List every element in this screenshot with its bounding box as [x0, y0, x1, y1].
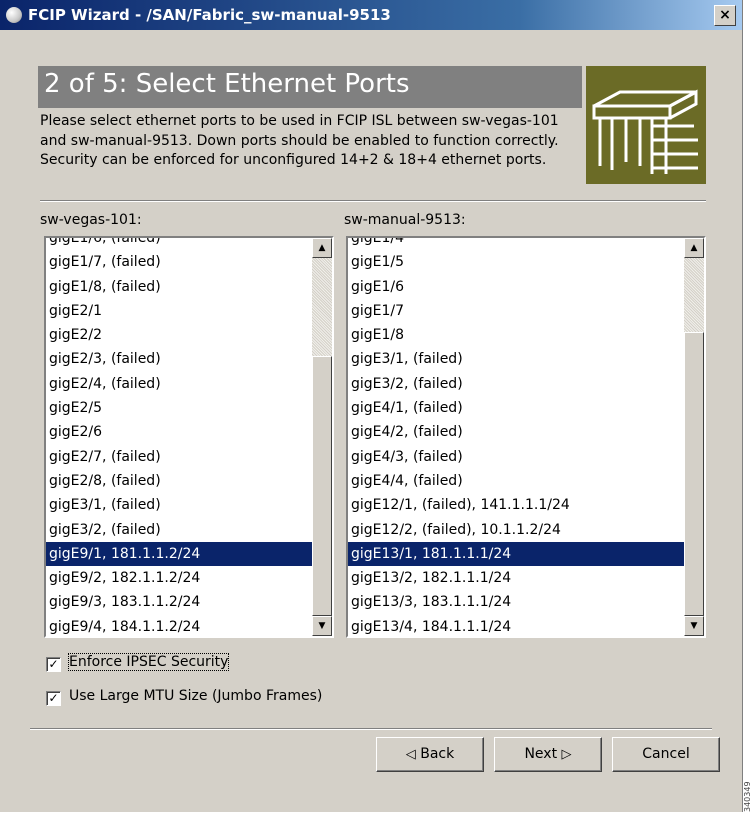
scroll-down-icon[interactable]: ▼ [684, 616, 704, 636]
window-title: FCIP Wizard - /SAN/Fabric_sw-manual-9513 [28, 6, 391, 24]
list-item[interactable]: gigE13/4, 184.1.1.1/24 [348, 615, 684, 636]
list-item[interactable]: gigE1/8, (failed) [46, 275, 312, 299]
top-divider [40, 200, 706, 202]
scroll-thumb[interactable] [312, 356, 332, 616]
left-list-label: sw-vegas-101: [40, 212, 142, 228]
cancel-button-label: Cancel [642, 746, 690, 762]
list-item[interactable]: gigE3/1, (failed) [348, 347, 684, 371]
step-instructions: Please select ethernet ports to be used … [40, 113, 559, 168]
right-list-items: gigE1/4 gigE1/5 gigE1/6 gigE1/7 gigE1/8 gigE3… [348, 238, 684, 636]
list-item[interactable]: gigE2/6 [46, 420, 312, 444]
list-item[interactable]: gigE9/2, 182.1.1.2/24 [46, 566, 312, 590]
list-item[interactable]: gigE1/8 [348, 323, 684, 347]
next-button-label: Next [524, 746, 558, 762]
list-item[interactable]: gigE13/1, 181.1.1.1/24 [348, 541, 684, 567]
sw-manual-9513-port-list[interactable]: gigE1/4 gigE1/5 gigE1/6 gigE1/7 gigE1/8 gigE3… [346, 236, 706, 638]
list-item[interactable]: gigE4/2, (failed) [348, 420, 684, 444]
jumbo-frames-option[interactable]: ✓ Use Large MTU Size (Jumbo Frames) [46, 688, 322, 706]
close-button[interactable]: × [714, 5, 736, 26]
step-banner: 2 of 5: Select Ethernet Ports [38, 66, 582, 108]
list-item[interactable]: gigE1/6, (failed) [46, 238, 312, 250]
list-item[interactable]: gigE2/4, (failed) [46, 372, 312, 396]
list-item[interactable]: gigE3/2, (failed) [348, 372, 684, 396]
list-item[interactable]: gigE3/1, (failed) [46, 493, 312, 517]
list-item[interactable]: gigE3/2, (failed) [46, 518, 312, 542]
list-item[interactable]: gigE1/6 [348, 275, 684, 299]
list-item[interactable]: gigE4/1, (failed) [348, 396, 684, 420]
left-list-scrollbar[interactable]: ▲ ▼ [312, 238, 332, 636]
list-item[interactable]: gigE1/5 [348, 250, 684, 274]
list-item[interactable]: gigE13/2, 182.1.1.1/24 [348, 566, 684, 590]
app-icon [6, 7, 22, 23]
enforce-ipsec-option[interactable]: ✓ Enforce IPSEC Security [46, 653, 230, 672]
jumbo-frames-label: Use Large MTU Size (Jumbo Frames) [69, 688, 323, 704]
list-item[interactable]: gigE1/7 [348, 299, 684, 323]
list-item[interactable]: gigE9/3, 183.1.1.2/24 [46, 590, 312, 614]
step-title: 2 of 5: Select Ethernet Ports [44, 69, 410, 99]
list-item[interactable]: gigE9/4, 184.1.1.2/24 [46, 615, 312, 636]
sw-vegas-101-port-list[interactable]: gigE1/6, (failed) gigE1/7, (failed) gigE1/… [44, 236, 334, 638]
enforce-ipsec-label: Enforce IPSEC Security [67, 653, 230, 671]
scroll-up-icon[interactable]: ▲ [312, 238, 332, 258]
list-item[interactable]: gigE2/8, (failed) [46, 469, 312, 493]
list-item[interactable]: gigE2/1 [46, 299, 312, 323]
back-arrow-icon: ◁ [405, 747, 416, 762]
list-item[interactable]: gigE12/1, (failed), 141.1.1.1/24 [348, 493, 684, 517]
back-button-label: Back [420, 746, 455, 762]
wizard-logo-icon [586, 66, 706, 184]
list-item[interactable]: gigE1/7, (failed) [46, 250, 312, 274]
list-item[interactable]: gigE12/2, (failed), 10.1.1.2/24 [348, 518, 684, 542]
back-button[interactable]: ◁ Back [376, 737, 484, 772]
next-button[interactable]: Next ▷ [494, 737, 602, 772]
cancel-button[interactable]: Cancel [612, 737, 720, 772]
left-list-items: gigE1/6, (failed) gigE1/7, (failed) gigE1/… [46, 238, 312, 636]
scroll-thumb[interactable] [684, 332, 704, 616]
enforce-ipsec-checkbox[interactable]: ✓ [46, 657, 61, 672]
right-list-scrollbar[interactable]: ▲ ▼ [684, 238, 704, 636]
scroll-down-icon[interactable]: ▼ [312, 616, 332, 636]
bottom-divider [30, 728, 712, 730]
scroll-up-icon[interactable]: ▲ [684, 238, 704, 258]
fcip-wizard-window: FCIP Wizard - /SAN/Fabric_sw-manual-9513… [0, 0, 743, 812]
list-item[interactable]: gigE9/1, 181.1.1.2/24 [46, 541, 312, 567]
list-item[interactable]: gigE2/2 [46, 323, 312, 347]
list-item[interactable]: gigE1/4 [348, 238, 684, 250]
jumbo-frames-checkbox[interactable]: ✓ [46, 691, 61, 706]
list-item[interactable]: gigE4/3, (failed) [348, 445, 684, 469]
right-list-label: sw-manual-9513: [344, 212, 466, 228]
list-item[interactable]: gigE2/3, (failed) [46, 347, 312, 371]
title-bar[interactable]: FCIP Wizard - /SAN/Fabric_sw-manual-9513… [0, 0, 742, 30]
figure-id: 340349 [743, 781, 751, 812]
list-item[interactable]: gigE4/4, (failed) [348, 469, 684, 493]
list-item[interactable]: gigE13/3, 183.1.1.1/24 [348, 590, 684, 614]
list-item[interactable]: gigE2/7, (failed) [46, 445, 312, 469]
list-item[interactable]: gigE2/5 [46, 396, 312, 420]
next-arrow-icon: ▷ [561, 747, 572, 762]
